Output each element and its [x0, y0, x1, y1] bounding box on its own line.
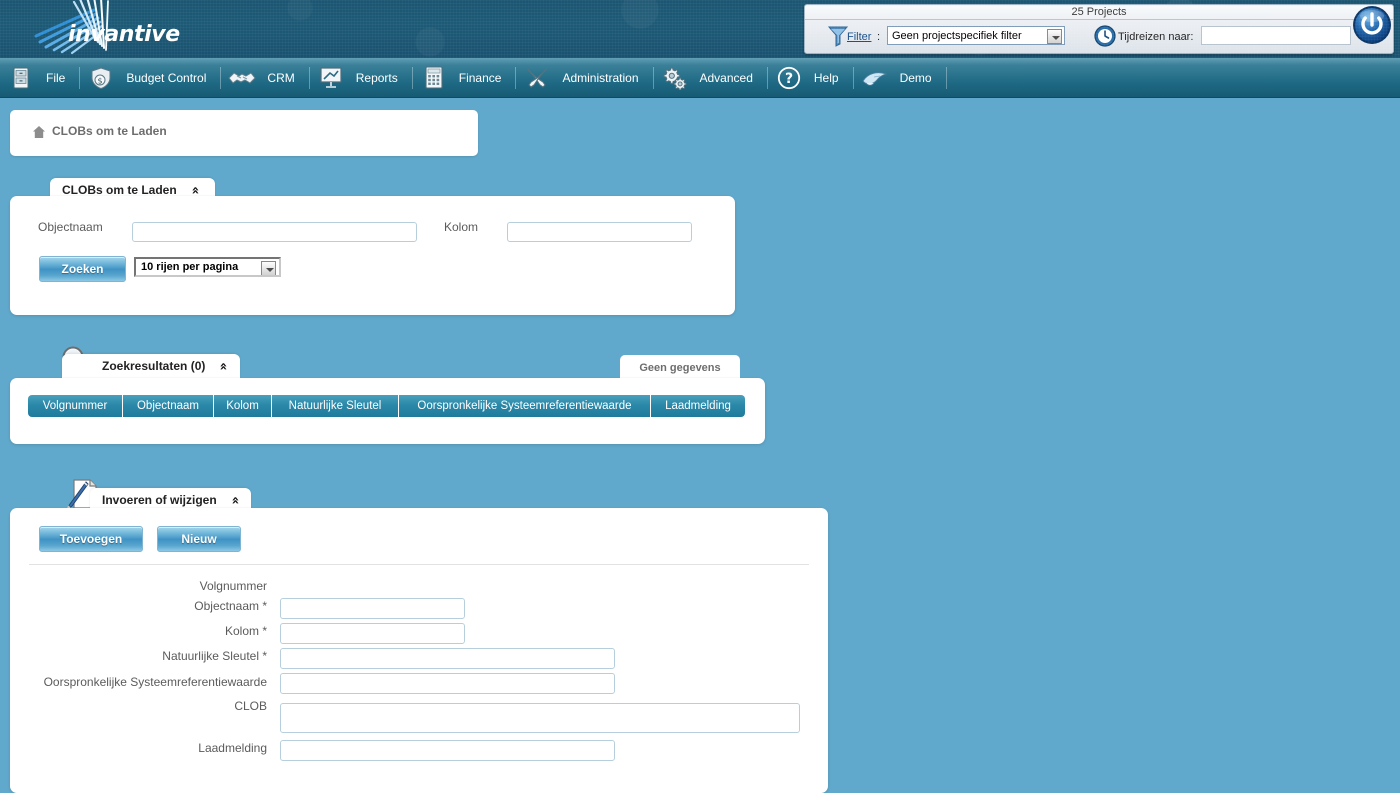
menu-items: File $ Budget Control CRM Reports Financ…: [0, 58, 947, 97]
menu-item-administration[interactable]: Administration: [516, 58, 652, 97]
collapse-chevron-icon[interactable]: «: [187, 186, 202, 194]
menu-item-administration-label: Administration: [562, 70, 639, 85]
handshake-icon: [227, 68, 257, 88]
projects-count-title: 25 Projects: [805, 6, 1393, 20]
timetravel-input[interactable]: [1201, 26, 1351, 45]
laadmelding-input[interactable]: [280, 740, 615, 761]
timetravel-label: Tijdreizen naar:: [1118, 31, 1194, 43]
wrench-screwdriver-icon: [522, 66, 552, 90]
menu-item-budget-control[interactable]: $ Budget Control: [80, 58, 220, 97]
logo[interactable]: invantive: [16, 0, 276, 58]
divider: [29, 564, 809, 565]
column-header-objectnaam[interactable]: Objectnaam: [123, 395, 214, 417]
oorspronkelijke-systeemreferentiewaarde-input[interactable]: [280, 673, 615, 694]
objectnaam-input[interactable]: [280, 598, 465, 619]
new-button[interactable]: Nieuw: [157, 526, 241, 552]
objectnaam-label: Objectnaam *: [194, 599, 267, 613]
top-banner: invantive 25 Projects Filter : Geen proj…: [0, 0, 1400, 58]
rows-per-page-select[interactable]: 10 rijen per pagina: [134, 257, 281, 277]
menu-item-finance-label: Finance: [458, 70, 502, 85]
kolom-input[interactable]: [280, 623, 465, 644]
dolphin-icon: [860, 68, 890, 88]
collapse-chevron-icon[interactable]: «: [227, 496, 242, 504]
calculator-icon: [419, 66, 449, 89]
objectnaam-label: Objectnaam: [38, 220, 103, 234]
new-button-label: Nieuw: [181, 532, 217, 546]
edit-panel-tab-title: Invoeren of wijzigen: [102, 493, 217, 507]
gears-icon: [660, 66, 690, 90]
natuurlijke-sleutel-label: Natuurlijke Sleutel *: [162, 649, 267, 663]
menu-item-reports[interactable]: Reports: [310, 58, 412, 97]
menu-item-file[interactable]: File: [0, 58, 79, 97]
main-menu-bar: File $ Budget Control CRM Reports Financ…: [0, 58, 1400, 98]
column-header-laadmelding[interactable]: Laadmelding: [651, 395, 745, 417]
rows-per-page-value: 10 rijen per pagina: [141, 261, 239, 273]
search-panel-tab-title: CLOBs om te Laden: [62, 183, 177, 197]
objectnaam-search-input[interactable]: [132, 222, 417, 242]
chevron-down-icon[interactable]: [1047, 29, 1062, 44]
kolom-label: Kolom: [444, 220, 479, 234]
logo-text: invantive: [68, 22, 180, 47]
file-cabinet-icon: [6, 67, 36, 89]
menu-item-file-label: File: [46, 70, 66, 85]
column-header-kolom[interactable]: Kolom: [214, 395, 272, 417]
project-filter-value: Geen projectspecifiek filter: [892, 30, 1022, 42]
menu-item-advanced-label: Advanced: [699, 70, 753, 85]
search-button[interactable]: Zoeken: [39, 256, 126, 282]
filter-funnel-icon: [827, 24, 849, 51]
filter-colon: :: [877, 31, 881, 43]
menu-item-demo-label: Demo: [899, 70, 932, 85]
menu-item-advanced[interactable]: Advanced: [654, 58, 767, 97]
results-panel-tab[interactable]: Zoekresultaten (0) «: [62, 354, 240, 378]
natuurlijke-sleutel-input[interactable]: [280, 648, 615, 669]
menu-item-help-label: Help: [813, 70, 839, 85]
menu-item-help[interactable]: ? Help: [768, 58, 853, 97]
question-mark-icon: ?: [774, 66, 804, 90]
breadcrumb[interactable]: CLOBs om te Laden: [10, 110, 478, 156]
kolom-label: Kolom *: [224, 624, 267, 638]
column-header-volgnummer[interactable]: Volgnummer: [28, 395, 123, 417]
home-icon[interactable]: [32, 125, 46, 142]
project-filter-select[interactable]: Geen projectspecifiek filter: [887, 26, 1065, 45]
search-panel: Objectnaam Kolom Zoeken 10 rijen per pag…: [10, 196, 735, 315]
breadcrumb-text: CLOBs om te Laden: [52, 124, 167, 138]
chevron-down-icon[interactable]: [261, 261, 276, 275]
svg-text:?: ?: [785, 71, 793, 87]
volgnummer-label: Volgnummer: [199, 579, 267, 593]
menu-item-budget-control-label: Budget Control: [126, 70, 207, 85]
menu-item-reports-label: Reports: [355, 70, 398, 85]
menu-item-crm[interactable]: CRM: [221, 58, 308, 97]
results-table-header: Volgnummer Objectnaam Kolom Natuurlijke …: [28, 395, 745, 417]
menu-separator: [945, 66, 947, 89]
oorspronkelijke-systeemreferentiewaarde-label: Oorspronkelijke Systeemreferentiewaarde: [43, 675, 267, 689]
column-header-natuurlijke-sleutel[interactable]: Natuurlijke Sleutel: [272, 395, 399, 417]
laadmelding-label: Laadmelding: [198, 741, 267, 755]
kolom-search-input[interactable]: [507, 222, 692, 242]
filter-link[interactable]: Filter: [847, 31, 871, 43]
add-button-label: Toevoegen: [59, 532, 123, 546]
column-header-oorspronkelijke-systeemreferentiewaarde[interactable]: Oorspronkelijke Systeemreferentiewaarde: [399, 395, 651, 417]
no-data-badge: Geen gegevens: [620, 355, 740, 380]
results-panel-tab-title: Zoekresultaten (0): [102, 359, 206, 373]
svg-text:$: $: [98, 76, 103, 85]
time-travel-clock-icon: [1093, 24, 1117, 51]
menu-item-finance[interactable]: Finance: [413, 58, 516, 97]
clob-label: CLOB: [234, 699, 267, 713]
menu-item-crm-label: CRM: [267, 70, 295, 85]
menu-item-demo[interactable]: Demo: [854, 58, 946, 97]
presentation-chart-icon: [316, 66, 346, 89]
search-button-label: Zoeken: [61, 262, 104, 276]
collapse-chevron-icon[interactable]: «: [216, 362, 231, 370]
add-button[interactable]: Toevoegen: [39, 526, 143, 552]
no-data-badge-label: Geen gegevens: [639, 361, 721, 374]
power-button-icon[interactable]: [1352, 5, 1392, 45]
filter-panel: 25 Projects Filter : Geen projectspecifi…: [804, 4, 1394, 54]
edit-panel: Toevoegen Nieuw Volgnummer Objectnaam * …: [10, 508, 828, 793]
clob-textarea[interactable]: [280, 703, 800, 733]
money-bag-shield-icon: $: [86, 66, 116, 90]
